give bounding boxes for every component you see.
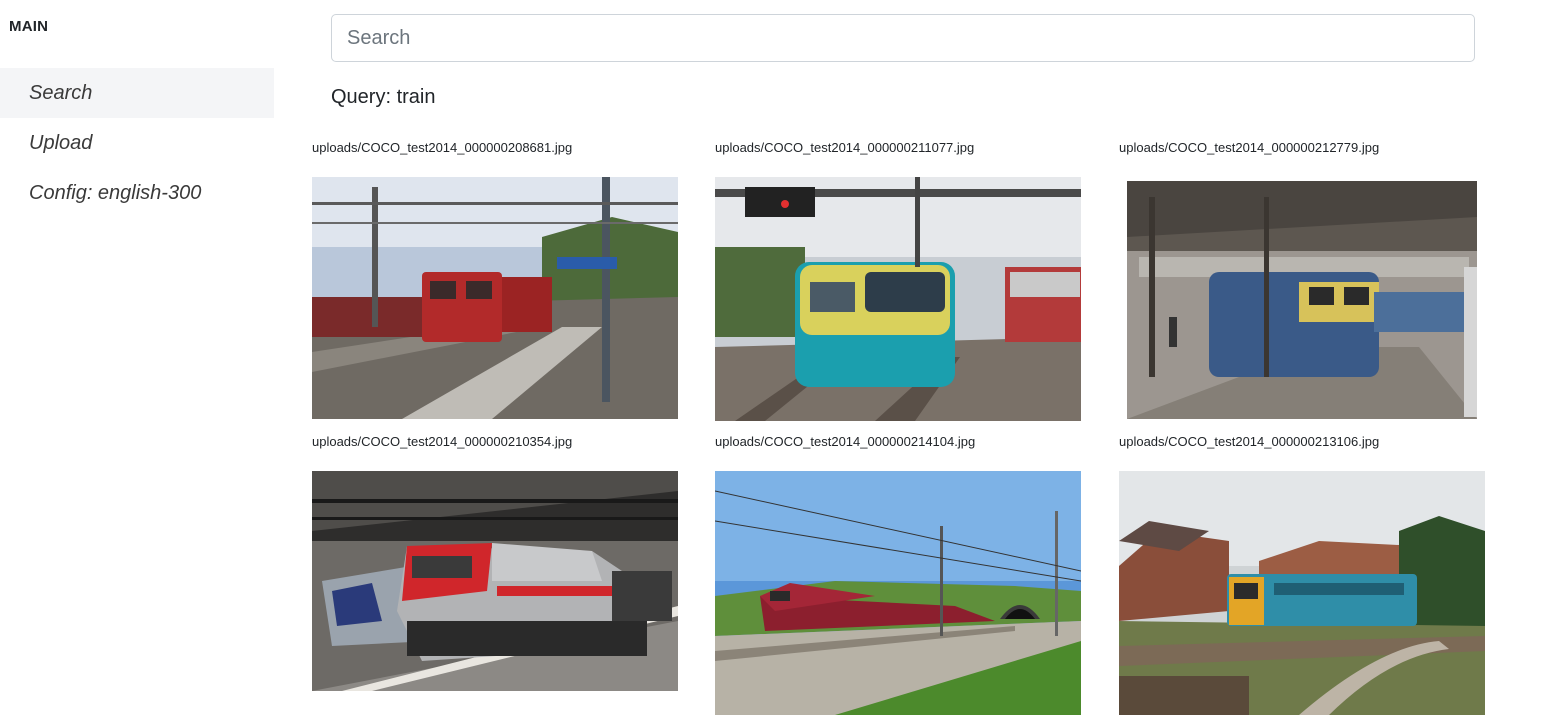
sidebar-item-search[interactable]: Search	[0, 68, 274, 118]
sidebar-heading: MAIN	[9, 18, 49, 35]
result-filename: uploads/COCO_test2014_000000211077.jpg	[715, 140, 975, 155]
sidebar-item-config[interactable]: Config: english-300	[0, 168, 274, 218]
result-image[interactable]	[1119, 471, 1485, 715]
result-image[interactable]	[1119, 177, 1479, 421]
result-filename: uploads/COCO_test2014_000000212779.jpg	[1119, 140, 1380, 155]
sidebar-nav: Search Upload Config: english-300	[0, 68, 274, 218]
result-filename: uploads/COCO_test2014_000000210354.jpg	[312, 434, 573, 449]
result-filename: uploads/COCO_test2014_000000214104.jpg	[715, 434, 976, 449]
sidebar-item-upload[interactable]: Upload	[0, 118, 274, 168]
result-image[interactable]	[312, 177, 678, 419]
sidebar: MAIN Search Upload Config: english-300	[0, 0, 274, 725]
result-image[interactable]	[715, 471, 1081, 715]
query-label: Query: train	[331, 86, 436, 108]
search-input[interactable]	[331, 14, 1475, 62]
result-image[interactable]	[715, 177, 1081, 421]
result-filename: uploads/COCO_test2014_000000213106.jpg	[1119, 434, 1380, 449]
result-filename: uploads/COCO_test2014_000000208681.jpg	[312, 140, 573, 155]
result-image[interactable]	[312, 471, 678, 691]
